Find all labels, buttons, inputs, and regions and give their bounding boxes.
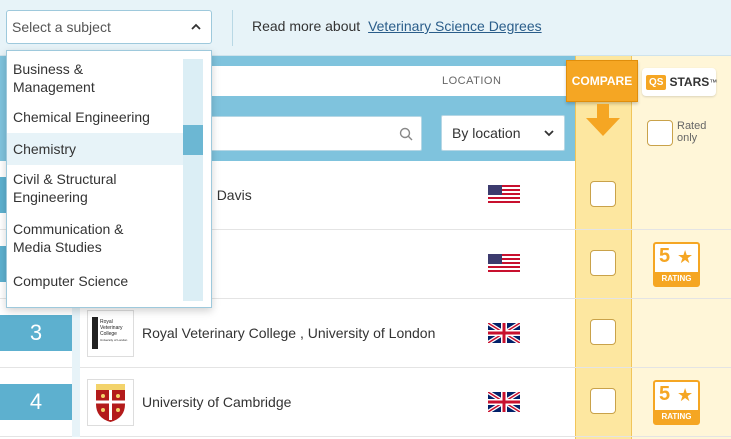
university-name[interactable]: Royal Veterinary College , University of… — [142, 325, 435, 341]
stars-brand: STARS — [669, 75, 710, 89]
star-icon: ★ — [677, 385, 694, 405]
rating-label: RATING — [655, 272, 698, 285]
rank-badge: 4 — [0, 384, 72, 420]
dropdown-scrollbar[interactable] — [183, 59, 203, 301]
subject-select-placeholder: Select a subject — [12, 19, 111, 35]
arrow-down-icon — [586, 104, 620, 136]
university-name[interactable]: University of Cambridge — [142, 394, 291, 410]
rated-only-checkbox[interactable] — [647, 120, 673, 146]
us-flag-icon — [488, 254, 520, 274]
rvc-logo: Royal Veterinary College University of L… — [87, 310, 134, 357]
dropdown-item-civil-structural-engineering[interactable]: Civil & Structural Engineering — [7, 169, 183, 207]
location-filter-value: By location — [452, 125, 521, 141]
dropdown-item-label: Computer Science — [13, 273, 129, 289]
dropdown-item-chemical-engineering[interactable]: Chemical Engineering — [7, 101, 183, 133]
dropdown-item-label: Management — [13, 79, 95, 95]
search-icon — [399, 127, 413, 141]
compare-checkbox[interactable] — [590, 319, 616, 345]
dropdown-item-label: Engineering — [13, 189, 88, 205]
qs-stars-badge: QS STARS ™ — [642, 68, 718, 96]
dropdown-item-label: Business & — [13, 61, 84, 77]
chevron-down-icon — [544, 130, 554, 137]
rank-bar — [72, 368, 80, 437]
qs-rating-badge: 5 ★ RATING — [653, 380, 700, 425]
rated-only-label: Rated only — [677, 120, 706, 144]
top-bar: Select a subject Read more about Veterin… — [0, 0, 731, 56]
rvc-logo-mark: Royal Veterinary College University of L… — [92, 317, 128, 349]
rating-stars-number: 5 — [659, 383, 671, 405]
cambridge-crest-icon — [96, 384, 125, 422]
cambridge-crest — [87, 379, 134, 426]
divider — [232, 10, 233, 46]
table-row: 4 University of Cambridge 5 ★ RATING — [0, 368, 731, 437]
subject-select[interactable]: Select a subject — [6, 10, 212, 44]
compare-checkbox[interactable] — [590, 181, 616, 207]
dropdown-item-communication-media[interactable]: Communication & Media Studies — [7, 219, 183, 257]
rated-only-line-2: only — [677, 132, 698, 144]
dropdown-item-label: Media Studies — [13, 239, 102, 255]
star-icon: ★ — [677, 247, 694, 267]
dropdown-item-label: Communication & — [13, 221, 124, 237]
read-more-link[interactable]: Veterinary Science Degrees — [368, 18, 542, 34]
dropdown-item-computer-science[interactable]: Computer Science — [7, 267, 183, 295]
qs-brand: QS — [646, 74, 667, 90]
uk-flag-icon — [488, 323, 520, 343]
rated-only-line-1: Rated — [677, 120, 707, 132]
compare-checkbox[interactable] — [590, 388, 616, 414]
rating-label: RATING — [655, 410, 698, 423]
table-row: 3 Royal Veterinary College University of… — [0, 299, 731, 368]
uk-flag-icon — [488, 392, 520, 412]
location-column-header: LOCATION — [442, 75, 502, 87]
rating-stars-number: 5 — [659, 245, 671, 267]
chevron-up-icon — [191, 23, 201, 30]
compare-checkbox[interactable] — [590, 250, 616, 276]
location-filter-select[interactable]: By location — [441, 115, 565, 151]
dropdown-item-chemistry[interactable]: Chemistry — [7, 133, 183, 165]
read-more: Read more about Veterinary Science Degre… — [252, 18, 542, 34]
dropdown-item-label: Chemistry — [13, 141, 77, 157]
rank-bar — [72, 299, 80, 368]
dropdown-item-label: Chemical Engineering — [13, 109, 150, 125]
rvc-logo-text-3: College — [100, 331, 117, 337]
dropdown-scrollbar-thumb[interactable] — [183, 125, 203, 155]
us-flag-icon — [488, 185, 520, 205]
stars-tm: ™ — [709, 77, 718, 87]
subject-dropdown: Business & Management Chemical Engineeri… — [6, 50, 212, 308]
dropdown-item-business-management[interactable]: Business & Management — [7, 59, 183, 97]
rvc-logo-text-4: University of London — [100, 338, 128, 342]
qs-rating-badge: 5 ★ RATING — [653, 242, 700, 287]
dropdown-item-label: Civil & Structural — [13, 171, 117, 187]
rank-badge: 3 — [0, 315, 72, 351]
university-search-input[interactable] — [180, 116, 422, 151]
read-more-text: Read more about — [252, 18, 361, 34]
compare-button[interactable]: COMPARE — [566, 60, 638, 102]
